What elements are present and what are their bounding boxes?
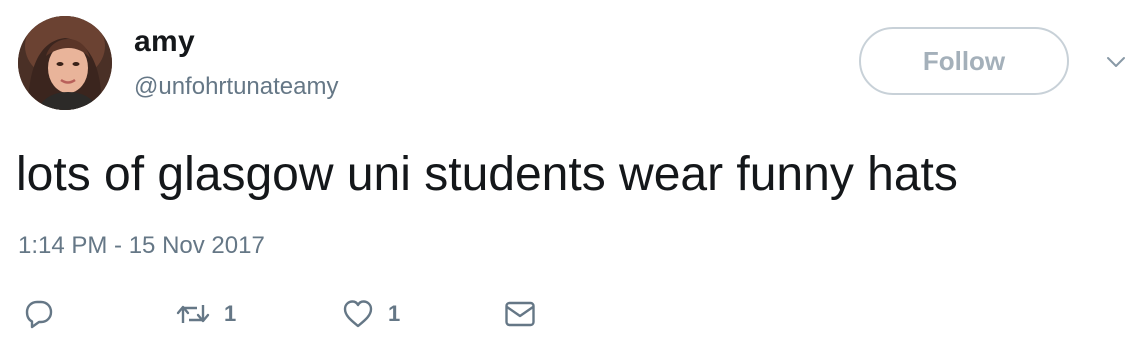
reply-button[interactable] (24, 296, 54, 332)
avatar[interactable] (18, 16, 112, 110)
reply-icon (24, 299, 54, 329)
heart-icon (342, 299, 374, 329)
user-handle[interactable]: @unfohrtunateamy (134, 70, 338, 104)
like-button[interactable]: 1 (342, 296, 400, 332)
tweet-text: lots of glasgow uni students wear funny … (16, 148, 958, 201)
retweet-icon (176, 299, 210, 329)
envelope-icon (504, 299, 536, 329)
display-name[interactable]: amy (134, 22, 195, 62)
retweet-count: 1 (224, 301, 237, 326)
retweet-button[interactable]: 1 (176, 296, 236, 332)
direct-message-button[interactable] (504, 296, 536, 332)
follow-button[interactable]: Follow (859, 27, 1069, 95)
like-count: 1 (388, 301, 401, 326)
tweet-timestamp[interactable]: 1:14 PM - 15 Nov 2017 (18, 229, 265, 263)
chevron-down-icon[interactable] (1104, 50, 1128, 74)
